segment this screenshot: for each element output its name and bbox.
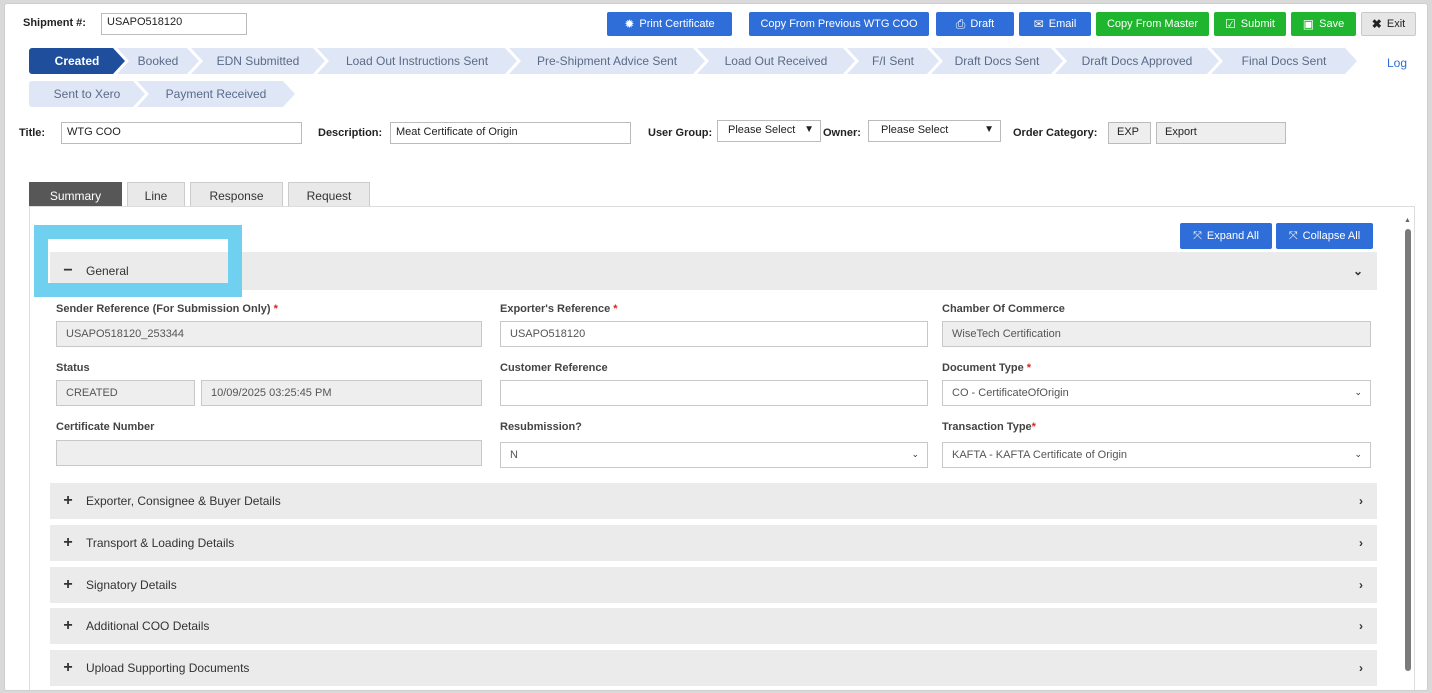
- step-created[interactable]: Created: [29, 48, 125, 74]
- user-group-label: User Group:: [648, 127, 713, 139]
- shipment-number-input[interactable]: USAPO518120: [101, 13, 247, 35]
- shipment-label: Shipment #:: [23, 17, 86, 29]
- plus-icon: +: [63, 617, 73, 634]
- user-group-select[interactable]: Please Select ▼: [717, 120, 821, 142]
- save-button[interactable]: ▣ Save: [1291, 12, 1356, 36]
- vertical-scrollbar[interactable]: ▲: [1404, 217, 1412, 687]
- envelope-icon: ✉: [1033, 17, 1044, 31]
- step-fi-sent[interactable]: F/I Sent: [847, 48, 939, 74]
- plus-icon: +: [63, 576, 73, 593]
- expand-all-button[interactable]: ⤧ Expand All: [1180, 223, 1272, 249]
- transaction-type-select[interactable]: KAFTA - KAFTA Certificate of Origin ⌄: [942, 442, 1371, 468]
- step-edn-submitted[interactable]: EDN Submitted: [191, 48, 325, 74]
- resubmission-select[interactable]: N ⌄: [500, 442, 928, 468]
- chevron-right-icon: ›: [1359, 578, 1363, 592]
- exporter-reference-label: Exporter's Reference *: [500, 303, 618, 315]
- app-window: Shipment #: USAPO518120 ✹ Print Certific…: [4, 3, 1428, 691]
- plus-icon: +: [63, 534, 73, 551]
- tab-response[interactable]: Response: [190, 182, 283, 209]
- collapse-icon: ⤧: [1288, 229, 1298, 242]
- title-label: Title:: [19, 127, 46, 139]
- status-input: CREATED: [56, 380, 195, 406]
- floppy-disk-icon: ▣: [1302, 17, 1315, 31]
- chevron-right-icon: ›: [1359, 494, 1363, 508]
- chevron-right-icon: ›: [1359, 536, 1363, 550]
- customer-reference-label: Customer Reference: [500, 362, 608, 374]
- exit-button[interactable]: ✖ Exit: [1361, 12, 1416, 36]
- gear-icon: ✹: [624, 17, 635, 31]
- chevron-down-icon: ⌄: [1352, 264, 1363, 278]
- summary-panel: ⤧ Expand All ⤧ Collapse All − General ⌄ …: [29, 206, 1415, 690]
- check-icon: ☑: [1224, 17, 1236, 31]
- section-transport-loading[interactable]: + Transport & Loading Details ›: [50, 525, 1377, 561]
- step-load-out-received[interactable]: Load Out Received: [697, 48, 855, 74]
- minus-icon: −: [63, 262, 73, 279]
- chamber-of-commerce-label: Chamber Of Commerce: [942, 303, 1065, 315]
- exporter-reference-input[interactable]: USAPO518120: [500, 321, 928, 347]
- section-additional-coo[interactable]: + Additional COO Details ›: [50, 608, 1377, 644]
- chevron-right-icon: ›: [1359, 661, 1363, 675]
- step-payment-received[interactable]: Payment Received: [137, 81, 295, 107]
- copy-from-master-button[interactable]: Copy From Master: [1096, 12, 1209, 36]
- chevron-right-icon: ›: [1359, 619, 1363, 633]
- section-upload-supporting-documents[interactable]: + Upload Supporting Documents ›: [50, 650, 1377, 686]
- description-input[interactable]: Meat Certificate of Origin: [390, 122, 631, 144]
- printer-icon: ⎙: [955, 17, 966, 31]
- collapse-all-button[interactable]: ⤧ Collapse All: [1276, 223, 1373, 249]
- plus-icon: +: [63, 659, 73, 676]
- email-button[interactable]: ✉ Email: [1019, 12, 1091, 36]
- step-load-out-instructions-sent[interactable]: Load Out Instructions Sent: [317, 48, 517, 74]
- section-exporter-consignee-buyer[interactable]: + Exporter, Consignee & Buyer Details ›: [50, 483, 1377, 519]
- print-certificate-button[interactable]: ✹ Print Certificate: [607, 12, 732, 36]
- owner-select[interactable]: Please Select ▼: [868, 120, 1001, 142]
- status-label: Status: [56, 362, 90, 374]
- step-draft-docs-approved[interactable]: Draft Docs Approved: [1055, 48, 1219, 74]
- order-category-code: EXP: [1108, 122, 1151, 144]
- chevron-down-icon: ⌄: [1354, 387, 1362, 397]
- resubmission-label: Resubmission?: [500, 421, 582, 433]
- step-draft-docs-sent[interactable]: Draft Docs Sent: [931, 48, 1063, 74]
- tab-request[interactable]: Request: [288, 182, 370, 209]
- chevron-down-icon: ▼: [804, 124, 814, 135]
- chevron-down-icon: ▼: [984, 124, 994, 135]
- submit-button[interactable]: ☑ Submit: [1214, 12, 1286, 36]
- chamber-of-commerce-input[interactable]: WiseTech Certification: [942, 321, 1371, 347]
- order-category-label: Order Category:: [1013, 127, 1098, 139]
- certificate-number-label: Certificate Number: [56, 421, 155, 433]
- status-date-input: 10/09/2025 03:25:45 PM: [201, 380, 482, 406]
- step-pre-shipment-advice-sent[interactable]: Pre-Shipment Advice Sent: [509, 48, 705, 74]
- customer-reference-input[interactable]: [500, 380, 928, 406]
- copy-from-previous-button[interactable]: Copy From Previous WTG COO: [749, 12, 929, 36]
- document-type-select[interactable]: CO - CertificateOfOrigin ⌄: [942, 380, 1371, 406]
- description-label: Description:: [318, 127, 383, 139]
- tab-line[interactable]: Line: [127, 182, 185, 209]
- step-booked[interactable]: Booked: [117, 48, 199, 74]
- plus-icon: +: [63, 492, 73, 509]
- step-sent-to-xero[interactable]: Sent to Xero: [29, 81, 145, 107]
- expand-icon: ⤧: [1193, 229, 1202, 242]
- owner-label: Owner:: [823, 127, 861, 139]
- scroll-up-icon[interactable]: ▲: [1404, 217, 1411, 224]
- tab-summary[interactable]: Summary: [29, 182, 122, 209]
- chevron-down-icon: ⌄: [911, 449, 919, 459]
- log-link[interactable]: Log: [1387, 56, 1407, 70]
- section-signatory[interactable]: + Signatory Details ›: [50, 567, 1377, 603]
- order-category-name: Export: [1156, 122, 1286, 144]
- title-input[interactable]: WTG COO: [61, 122, 302, 144]
- section-general-header[interactable]: − General ⌄: [50, 252, 1377, 290]
- scrollbar-thumb[interactable]: [1405, 229, 1411, 671]
- sender-reference-label: Sender Reference (For Submission Only) *: [56, 303, 278, 315]
- step-final-docs-sent[interactable]: Final Docs Sent: [1211, 48, 1357, 74]
- draft-button[interactable]: ⎙ Draft: [936, 12, 1014, 36]
- sender-reference-input[interactable]: USAPO518120_253344: [56, 321, 482, 347]
- close-icon: ✖: [1371, 17, 1382, 31]
- certificate-number-input[interactable]: [56, 440, 482, 466]
- document-type-label: Document Type *: [942, 362, 1032, 374]
- transaction-type-label: Transaction Type*: [942, 421, 1036, 433]
- chevron-down-icon: ⌄: [1354, 449, 1362, 459]
